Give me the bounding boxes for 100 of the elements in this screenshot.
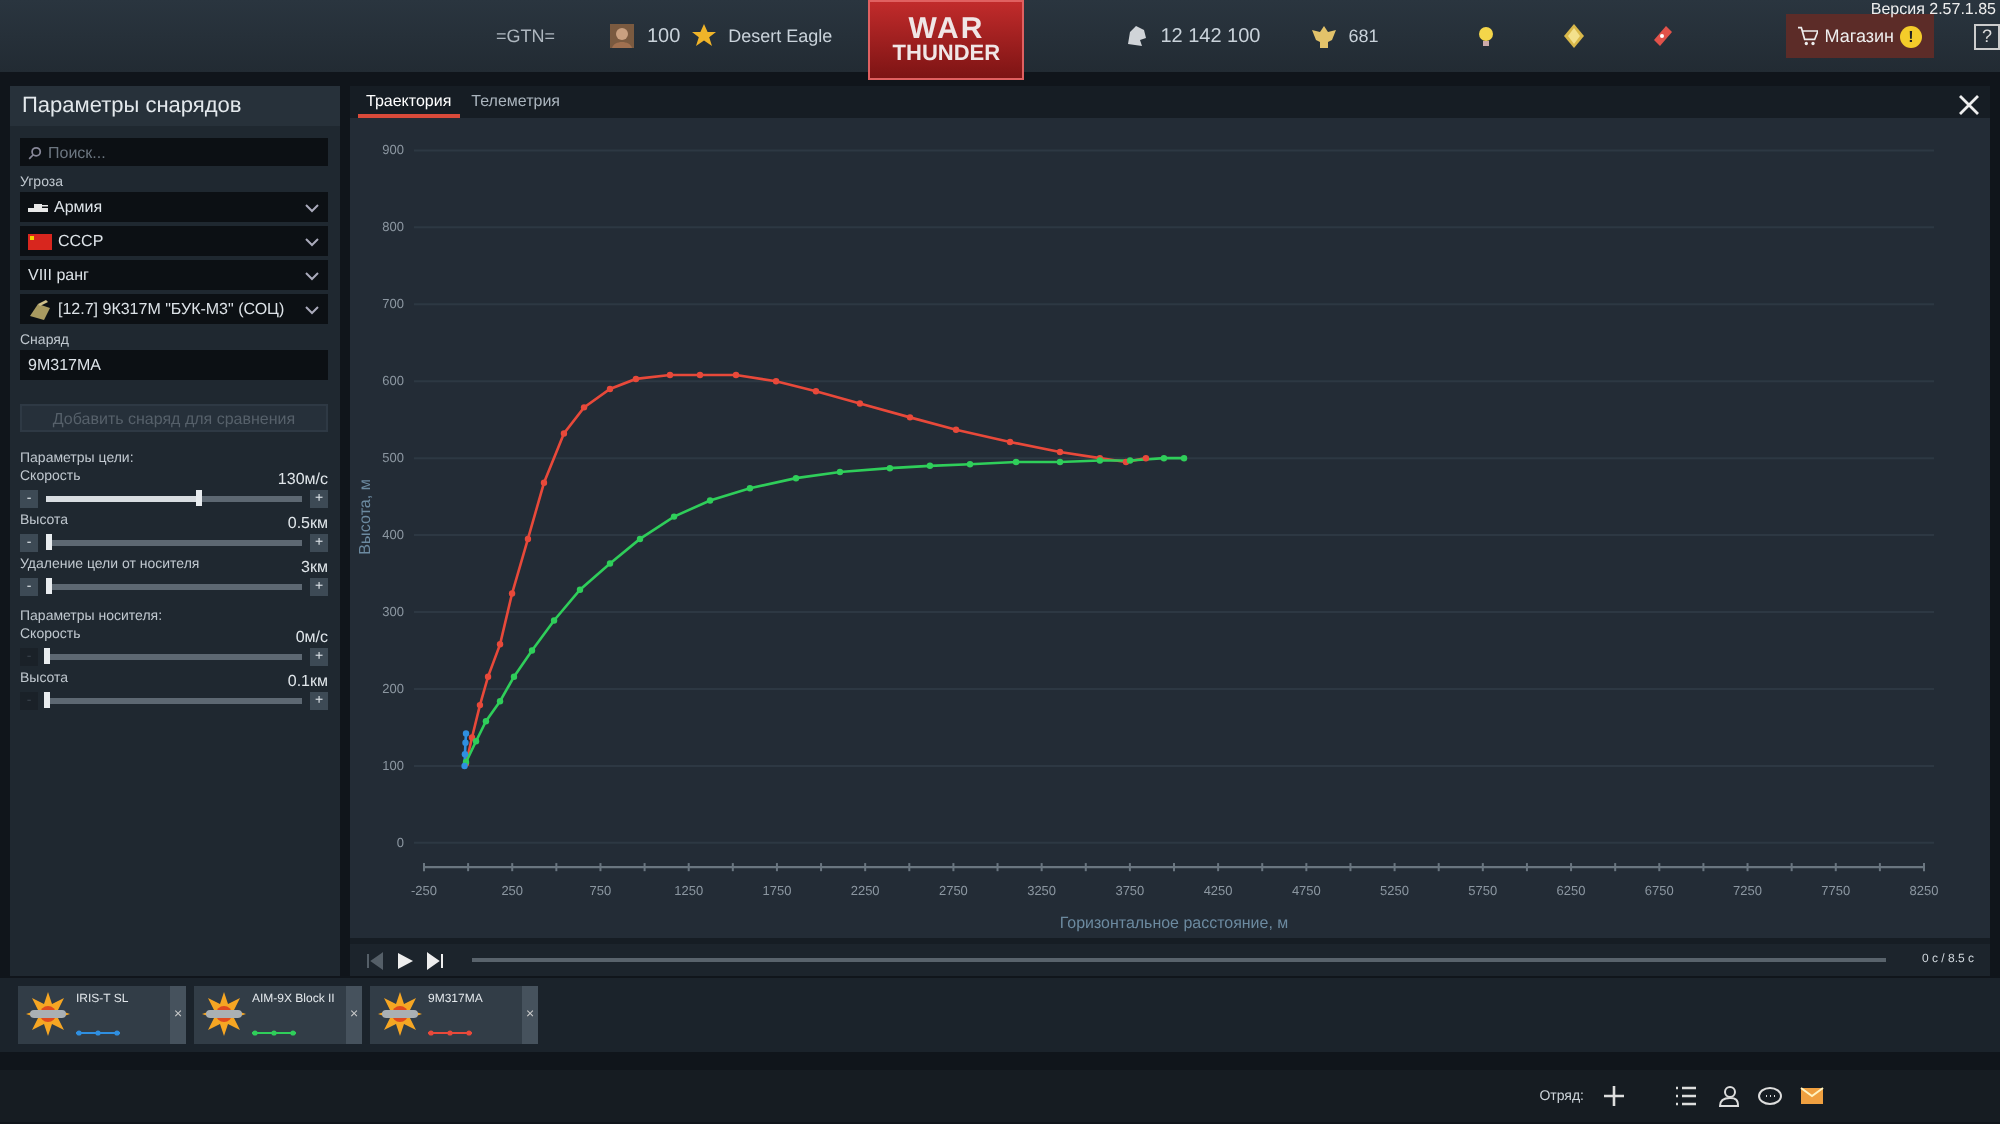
game-logo[interactable]: WAR THUNDER bbox=[868, 0, 1025, 80]
shell-field[interactable]: 9М317МА bbox=[20, 350, 328, 380]
slider-track[interactable] bbox=[46, 540, 302, 546]
timeline-track[interactable] bbox=[472, 958, 1886, 963]
list-icon[interactable] bbox=[1674, 1084, 1698, 1108]
data-point bbox=[856, 401, 864, 408]
data-point bbox=[886, 465, 894, 473]
data-point bbox=[670, 514, 678, 521]
dropdown[interactable]: [12.7] 9К317М "БУК-М3" (СОЦ) bbox=[20, 294, 328, 324]
data-point bbox=[1006, 439, 1014, 447]
mail-icon[interactable] bbox=[1800, 1084, 1824, 1108]
search-icon bbox=[28, 145, 42, 159]
data-point bbox=[508, 591, 516, 598]
explosion-icon bbox=[378, 992, 422, 1036]
line-sample-icon bbox=[428, 1030, 472, 1036]
data-point bbox=[576, 587, 584, 594]
play-button[interactable] bbox=[396, 951, 414, 970]
slider-reading: 130м/с bbox=[277, 470, 328, 488]
data-point bbox=[1012, 459, 1020, 467]
eagle-icon[interactable] bbox=[1312, 24, 1337, 48]
data-point bbox=[1160, 455, 1168, 463]
data-point bbox=[812, 388, 820, 396]
data-point bbox=[524, 536, 532, 544]
slider-reading: 3км bbox=[301, 558, 328, 576]
data-point bbox=[746, 485, 754, 493]
dropdown[interactable]: СССР bbox=[20, 226, 328, 256]
slider-track[interactable] bbox=[46, 698, 302, 704]
flag-icon bbox=[28, 233, 52, 249]
chat-icon[interactable] bbox=[1758, 1084, 1782, 1108]
coupon-icon[interactable] bbox=[1650, 24, 1675, 48]
lion-icon[interactable] bbox=[1124, 24, 1149, 48]
star-icon[interactable] bbox=[692, 24, 717, 48]
slider-track[interactable] bbox=[46, 584, 302, 590]
data-point bbox=[632, 376, 640, 383]
data-point bbox=[1096, 458, 1104, 465]
line-sample-icon bbox=[76, 1030, 120, 1036]
data-point bbox=[696, 372, 704, 380]
slider-reading: 0.5км bbox=[287, 514, 328, 532]
chevron-down-icon bbox=[304, 201, 320, 213]
lightbulb-icon[interactable] bbox=[1474, 24, 1499, 48]
data-point bbox=[606, 386, 614, 393]
slider-thumb[interactable] bbox=[46, 578, 53, 594]
data-point bbox=[732, 372, 740, 380]
slider-thumb[interactable] bbox=[44, 648, 50, 664]
chevron-down-icon bbox=[304, 269, 320, 281]
data-point bbox=[1142, 455, 1150, 463]
notification-badge: ! bbox=[1900, 25, 1922, 47]
player-name: Desert Eagle bbox=[728, 26, 833, 46]
dropdown[interactable]: VIII ранг bbox=[20, 260, 328, 290]
data-point bbox=[496, 698, 504, 706]
chevron-down-icon bbox=[304, 235, 320, 247]
data-point bbox=[792, 475, 800, 483]
slider-reading: 0.1км bbox=[287, 672, 328, 690]
close-button[interactable] bbox=[1956, 92, 1982, 118]
slider-thumb[interactable] bbox=[46, 534, 53, 550]
data-point bbox=[476, 702, 484, 710]
plus-icon[interactable] bbox=[1602, 1084, 1626, 1108]
people-icon[interactable] bbox=[1716, 1084, 1740, 1108]
data-point bbox=[636, 536, 644, 544]
data-point bbox=[706, 498, 714, 505]
chevron-down-icon bbox=[304, 303, 320, 315]
data-point bbox=[510, 674, 518, 681]
vehicle-icon bbox=[28, 299, 52, 319]
help-button[interactable]: ? bbox=[1974, 23, 2000, 49]
slider-thumb[interactable] bbox=[195, 490, 202, 506]
data-point bbox=[496, 641, 504, 649]
data-point bbox=[484, 674, 492, 681]
dropdown[interactable]: Армия bbox=[20, 192, 328, 222]
version-label: Версия 2.57.1.85 bbox=[1870, 0, 1996, 18]
data-point bbox=[550, 618, 558, 625]
tab[interactable]: Телеметрия bbox=[463, 86, 568, 119]
line-sample-icon bbox=[252, 1030, 296, 1036]
data-point bbox=[772, 378, 780, 386]
search-field[interactable]: Поиск... bbox=[20, 138, 328, 166]
lions-balance: 12 142 100 bbox=[1160, 25, 1261, 47]
data-point bbox=[580, 405, 588, 412]
data-point bbox=[666, 372, 674, 380]
data-point bbox=[836, 469, 844, 477]
cart-icon bbox=[1798, 26, 1819, 46]
skip-forward-button[interactable] bbox=[426, 951, 444, 970]
eagles-balance: 681 bbox=[1348, 26, 1379, 46]
data-point bbox=[606, 561, 614, 568]
data-point bbox=[966, 461, 974, 469]
slider-reading: 0м/с bbox=[295, 628, 328, 646]
data-point bbox=[1180, 455, 1188, 463]
data-point bbox=[540, 480, 548, 487]
tank-icon bbox=[28, 201, 48, 213]
slider-track[interactable] bbox=[46, 654, 302, 660]
squadron-tag: =GTN= bbox=[495, 26, 555, 46]
panel-title: Параметры снарядов bbox=[10, 86, 340, 126]
slider-track[interactable] bbox=[46, 496, 302, 502]
x-axis-title: Горизонтальное расстояние, м bbox=[1059, 914, 1289, 933]
player-level: 100 bbox=[646, 25, 681, 47]
data-point bbox=[926, 463, 934, 470]
shop-button[interactable]: Магазин ! bbox=[1786, 14, 1934, 58]
explosion-icon bbox=[26, 992, 70, 1036]
data-point bbox=[482, 718, 490, 726]
gem-icon[interactable] bbox=[1562, 24, 1587, 48]
slider-thumb[interactable] bbox=[44, 692, 50, 708]
data-point bbox=[906, 415, 914, 422]
